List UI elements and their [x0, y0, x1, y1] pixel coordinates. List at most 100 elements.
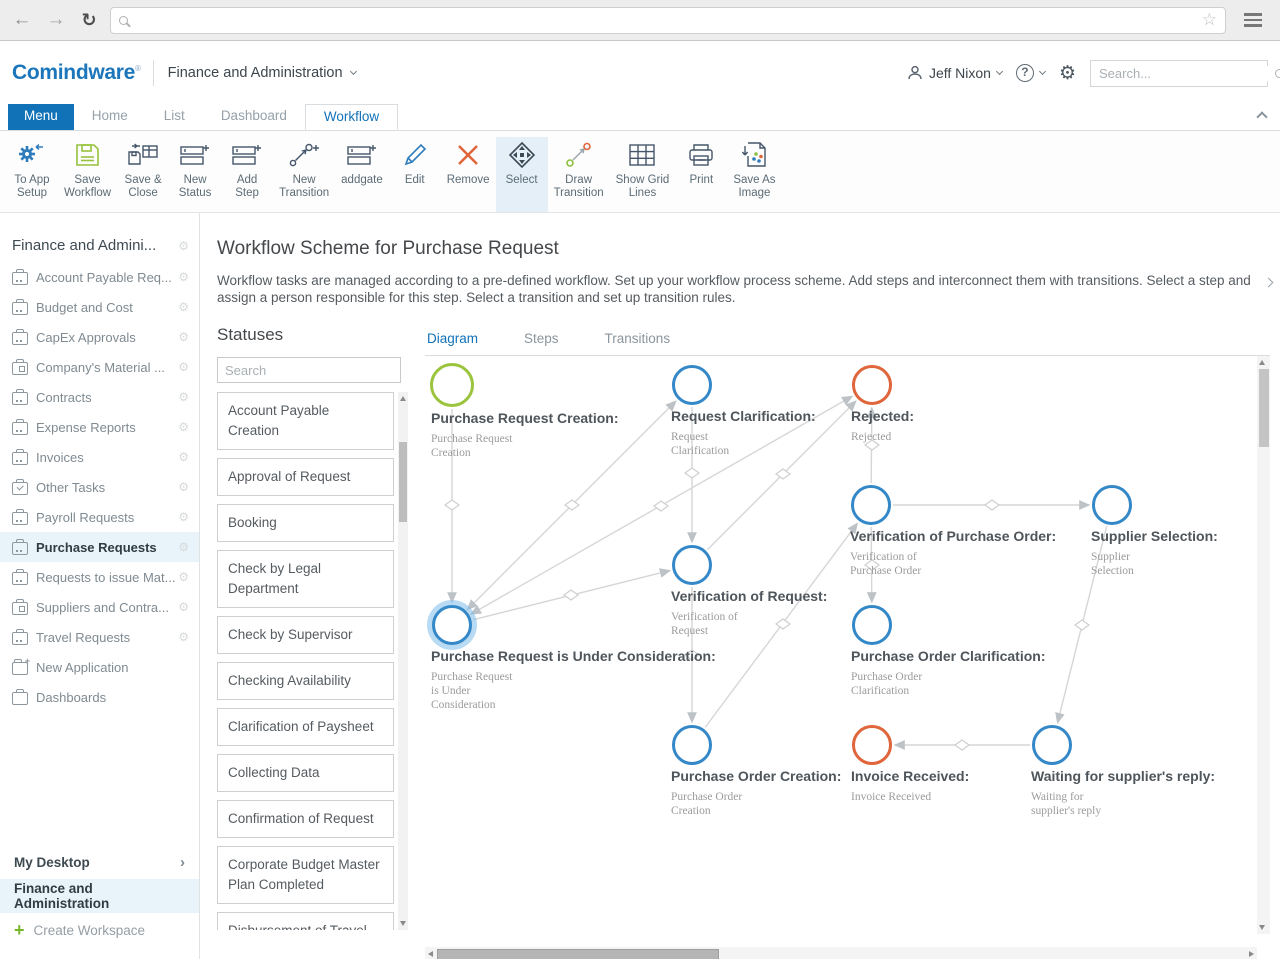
nav-tab[interactable]: Dashboard — [203, 104, 305, 130]
scrollbar-thumb[interactable] — [399, 442, 407, 522]
toolbar-button[interactable]: AddStep — [221, 137, 273, 212]
sidebar-item[interactable]: Budget and Cost ⚙ — [0, 292, 199, 322]
toolbar-button[interactable]: Edit — [389, 137, 441, 212]
gear-icon[interactable]: ⚙ — [178, 331, 189, 343]
gear-icon[interactable]: ⚙ — [178, 571, 189, 583]
browser-reload-icon[interactable]: ↻ — [78, 10, 100, 31]
sidebar-item[interactable]: Company's Material ... ⚙ — [0, 352, 199, 382]
sidebar-item[interactable]: Travel Requests ⚙ — [0, 622, 199, 652]
toolbar-button[interactable]: Save AsImage — [727, 137, 781, 212]
transition-diamond-icon[interactable] — [776, 469, 790, 479]
toolbar-button[interactable]: Save &Close — [117, 137, 169, 212]
gear-icon[interactable]: ⚙ — [178, 481, 189, 493]
sidebar-item[interactable]: Contracts ⚙ — [0, 382, 199, 412]
nav-tab[interactable]: Home — [74, 104, 146, 130]
toolbar-button[interactable]: NewStatus — [169, 137, 221, 212]
nav-tab[interactable]: Workflow — [305, 104, 398, 130]
transition-diamond-icon[interactable] — [564, 590, 578, 600]
gear-icon[interactable]: ⚙ — [178, 631, 189, 643]
transition-diamond-icon[interactable] — [565, 500, 579, 510]
transition-diamond-icon[interactable] — [685, 468, 699, 478]
gear-icon[interactable]: ⚙ — [178, 421, 189, 433]
view-tab[interactable]: Transitions — [603, 325, 673, 358]
menu-button[interactable]: Menu — [8, 104, 74, 130]
gear-icon[interactable]: ⚙ — [178, 361, 189, 373]
current-workspace-item[interactable]: Finance and Administration — [0, 879, 199, 913]
statuses-scrollbar[interactable] — [398, 392, 408, 930]
workflow-step-ss[interactable] — [1092, 485, 1132, 525]
sidebar-item[interactable]: New Application — [0, 652, 199, 682]
toolbar-button[interactable]: NewTransition — [273, 137, 335, 212]
scroll-down-icon[interactable] — [400, 921, 406, 926]
transition-diamond-icon[interactable] — [1075, 620, 1089, 630]
toolbar-button[interactable]: addgate — [335, 137, 389, 212]
gear-icon[interactable]: ⚙ — [178, 301, 189, 313]
workflow-step-vor[interactable] — [672, 545, 712, 585]
status-list-item[interactable]: Clarification of Paysheet — [217, 708, 394, 746]
user-menu[interactable]: Jeff Nixon — [907, 65, 1002, 81]
diagram-vertical-scrollbar[interactable] — [1257, 356, 1270, 934]
sidebar-item[interactable]: Payroll Requests ⚙ — [0, 502, 199, 532]
status-list-item[interactable]: Check by Supervisor — [217, 616, 394, 654]
transition-diamond-icon[interactable] — [985, 500, 999, 510]
workflow-step-vopo[interactable] — [851, 485, 891, 525]
my-desktop-item[interactable]: My Desktop › — [0, 845, 199, 879]
status-list-item[interactable]: Approval of Request — [217, 458, 394, 496]
sidebar-item[interactable]: Expense Reports ⚙ — [0, 412, 199, 442]
sidebar-item[interactable]: Invoices ⚙ — [0, 442, 199, 472]
sidebar-item[interactable]: CapEx Approvals ⚙ — [0, 322, 199, 352]
toolbar-button[interactable]: To AppSetup — [6, 137, 58, 212]
workflow-step-rej[interactable] — [852, 365, 892, 405]
sidebar-item[interactable]: Other Tasks ⚙ — [0, 472, 199, 502]
global-search[interactable] — [1090, 60, 1268, 87]
sidebar-item[interactable]: Suppliers and Contra... ⚙ — [0, 592, 199, 622]
browser-menu-icon[interactable] — [1244, 19, 1262, 22]
gear-icon[interactable]: ⚙ — [178, 391, 189, 403]
status-list-item[interactable]: Check by Legal Department — [217, 550, 394, 608]
toolbar-button[interactable]: SaveWorkflow — [58, 137, 117, 212]
workflow-step-pruc[interactable] — [432, 605, 472, 645]
view-tab[interactable]: Steps — [522, 325, 561, 358]
browser-forward-icon[interactable]: → — [44, 9, 68, 31]
workflow-step-poc[interactable] — [672, 725, 712, 765]
view-tab[interactable]: Diagram — [425, 325, 480, 358]
scrollbar-thumb[interactable] — [1259, 369, 1269, 447]
sidebar-item[interactable]: Purchase Requests ⚙ — [0, 532, 199, 562]
status-list-item[interactable]: Checking Availability — [217, 662, 394, 700]
create-workspace-button[interactable]: + Create Workspace — [0, 913, 199, 947]
workflow-step-rc[interactable] — [672, 365, 712, 405]
settings-gear-icon[interactable]: ⚙ — [1059, 62, 1076, 85]
workflow-step-wait[interactable] — [1032, 725, 1072, 765]
gear-icon[interactable]: ⚙ — [178, 271, 189, 283]
sidebar-item[interactable]: Requests to issue Mat... ⚙ — [0, 562, 199, 592]
browser-back-icon[interactable]: ← — [10, 9, 34, 31]
transition-diamond-icon[interactable] — [776, 619, 790, 629]
toolbar-button[interactable]: Print — [675, 137, 727, 212]
scrollbar-thumb[interactable] — [437, 949, 719, 959]
statuses-search-input[interactable] — [225, 363, 393, 378]
nav-tab[interactable]: List — [146, 104, 203, 130]
status-list-item[interactable]: Corporate Budget Master Plan Completed — [217, 846, 394, 904]
bookmark-star-icon[interactable]: ☆ — [1202, 10, 1217, 30]
statuses-search[interactable] — [217, 357, 401, 383]
toolbar-button[interactable]: Select — [496, 137, 548, 212]
sidebar-item[interactable]: Dashboards — [0, 682, 199, 712]
transition-diamond-icon[interactable] — [445, 500, 459, 510]
scroll-right-icon[interactable] — [1249, 951, 1254, 957]
status-list-item[interactable]: Confirmation of Request — [217, 800, 394, 838]
address-input[interactable] — [134, 13, 1196, 28]
gear-icon[interactable]: ⚙ — [178, 511, 189, 523]
workflow-step-inv[interactable] — [852, 725, 892, 765]
help-menu[interactable]: ? — [1016, 64, 1045, 82]
sidebar-title[interactable]: Finance and Admini... — [12, 237, 178, 254]
scroll-left-icon[interactable] — [428, 951, 433, 957]
workflow-step-pocl[interactable] — [852, 605, 892, 645]
address-bar[interactable]: ☆ — [110, 7, 1226, 34]
status-list-item[interactable]: Disbursement of Travel Advance — [217, 912, 394, 930]
scroll-up-icon[interactable] — [1259, 360, 1265, 365]
workflow-step-prc[interactable] — [430, 363, 474, 407]
global-search-input[interactable] — [1099, 66, 1275, 81]
transition-diamond-icon[interactable] — [955, 740, 969, 750]
workspace-selector[interactable]: Finance and Administration — [168, 65, 356, 81]
toolbar-button[interactable]: DrawTransition — [548, 137, 610, 212]
